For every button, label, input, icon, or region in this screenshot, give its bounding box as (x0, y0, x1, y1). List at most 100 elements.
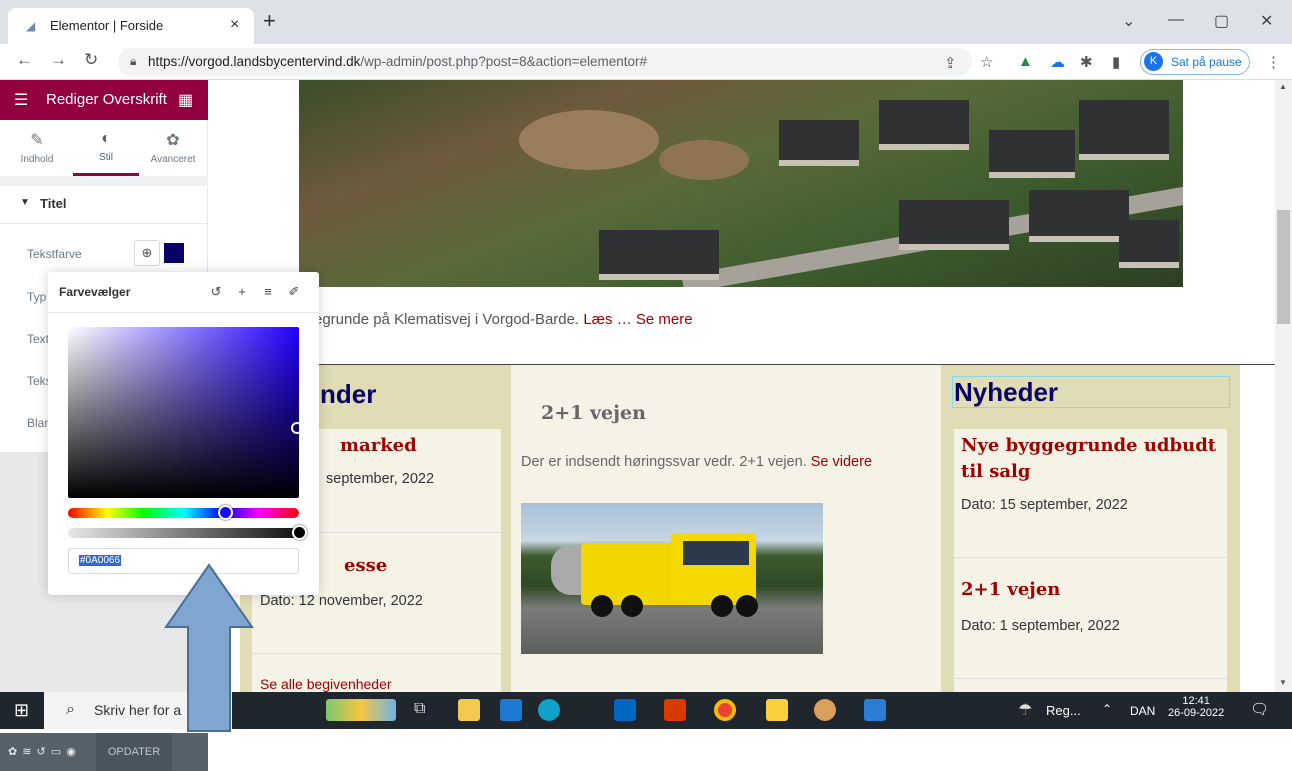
browser-tab[interactable]: ◢ Elementor | Forside × (8, 8, 254, 44)
event-title[interactable]: marked (340, 435, 417, 456)
file-explorer-icon[interactable] (458, 699, 480, 721)
windows-start-icon[interactable]: ⊞ (14, 700, 29, 721)
tab-style[interactable]: ◐ Stil (73, 124, 139, 176)
menu-kebab-icon[interactable]: ⋮ (1266, 53, 1281, 71)
minimize-button[interactable]: — (1168, 11, 1184, 29)
update-button[interactable]: OPDATER (96, 733, 172, 771)
sticky-notes-icon[interactable] (766, 699, 788, 721)
featured-text-body: Der er indsendt høringssvar vedr. 2+1 ve… (521, 454, 807, 470)
all-events-link[interactable]: Se alle begivenheder (260, 676, 392, 692)
news-list: Nye byggegrunde udbudt til salg Dato: 15… (954, 429, 1227, 692)
hue-slider[interactable] (68, 508, 299, 518)
truck-image (521, 503, 823, 654)
word-doc-icon[interactable] (864, 699, 886, 721)
search-highlight-icon[interactable] (326, 699, 396, 721)
tab-title: Elementor | Forside (50, 18, 164, 33)
annotation-arrow (164, 563, 254, 732)
tab-close-icon[interactable]: × (230, 16, 239, 34)
scroll-down-icon[interactable]: ▼ (1279, 678, 1287, 687)
post-excerpt: egrunde på Klematisvej i Vorgod-Barde. L… (314, 311, 693, 328)
saturation-value-area[interactable] (68, 327, 299, 498)
profile-button[interactable]: K Sat på pause (1140, 49, 1250, 75)
office-icon[interactable] (664, 699, 686, 721)
url-path: /wp-admin/post.php?post=8&action=element… (360, 54, 648, 69)
address-bar[interactable]: 🔒︎ https://vorgod.landsbycentervind.dk/w… (118, 48, 972, 76)
bookmark-star-icon[interactable]: ☆ (980, 53, 993, 71)
saturation-handle[interactable] (291, 422, 303, 434)
list-separator (954, 678, 1227, 679)
news-date: Dato: 1 september, 2022 (961, 618, 1120, 634)
cloud-icon[interactable]: ☁ (1050, 53, 1065, 71)
section-toggle-title[interactable]: ▼ Titel (0, 186, 208, 224)
profile-status: Sat på pause (1171, 55, 1242, 69)
extensions-icon[interactable]: ✱ (1080, 53, 1093, 71)
list-separator (252, 653, 501, 654)
share-icon[interactable]: ⇪ (944, 54, 957, 72)
hue-handle[interactable] (218, 505, 233, 520)
read-more-link[interactable]: Læs … Se mere (583, 311, 692, 328)
maximize-button[interactable]: ▢ (1214, 11, 1229, 31)
back-icon[interactable]: ← (16, 50, 33, 70)
scroll-up-icon[interactable]: ▲ (1279, 82, 1287, 91)
news-column: Nye byggegrunde udbudt til salg Dato: 15… (941, 365, 1240, 692)
close-window-button[interactable]: ✕ (1260, 11, 1273, 31)
drive-icon[interactable]: ▲ (1018, 53, 1033, 70)
task-view-icon[interactable]: ⧉ (414, 700, 425, 718)
paint-icon[interactable] (814, 699, 836, 721)
news-title[interactable]: Nye byggegrunde udbudt til salg (961, 433, 1223, 485)
footer-tools-icons[interactable]: ✿ ≋ ↺ ▭ ◉ (8, 745, 77, 758)
new-tab-button[interactable]: + (263, 10, 276, 32)
language-indicator[interactable]: DAN (1130, 704, 1155, 718)
color-swatch[interactable] (164, 243, 184, 263)
edge-icon[interactable] (538, 699, 560, 721)
clock-time: 12:41 (1182, 695, 1210, 707)
elementor-favicon-icon: ◢ (26, 19, 36, 33)
hamburger-menu-icon[interactable]: ☰ (14, 90, 28, 110)
panel-header: ☰ Rediger Overskrift ▦ (0, 80, 208, 120)
featured-text: Der er indsendt høringssvar vedr. 2+1 ve… (521, 454, 872, 470)
forward-icon[interactable]: → (50, 50, 67, 70)
url-text: https://vorgod.landsbycentervind.dk/wp-a… (148, 54, 647, 69)
reload-icon[interactable]: ↻ (84, 50, 98, 70)
widgets-grid-icon[interactable]: ▦ (178, 90, 193, 110)
event-title[interactable]: esse (344, 555, 387, 576)
weather-umbrella-icon[interactable]: ☂ (1018, 700, 1032, 720)
reset-icon[interactable]: ↺ (206, 282, 226, 302)
side-panel-icon[interactable]: ▮ (1112, 53, 1120, 71)
clock-date: 26-09-2022 (1168, 707, 1225, 719)
add-color-icon[interactable]: + (232, 282, 252, 302)
browser-title-bar: ◢ Elementor | Forside × + ⌄ — ▢ ✕ (0, 0, 1292, 44)
scroll-thumb[interactable] (1277, 210, 1290, 324)
global-colors-icon[interactable]: ⊕ (134, 240, 160, 266)
list-separator (954, 557, 1227, 558)
news-heading-selected[interactable]: Nyheder (952, 376, 1230, 408)
events-heading[interactable]: nder (320, 379, 376, 410)
hero-aerial-image (299, 80, 1183, 287)
mail-icon[interactable] (500, 699, 522, 721)
notifications-icon[interactable]: 🗨︎ (1250, 700, 1269, 718)
color-picker-title: Farvevælger (59, 285, 131, 299)
picker-divider (48, 312, 319, 313)
panel-title: Rediger Overskrift (46, 91, 167, 108)
featured-title[interactable]: 2+1 vejen (541, 402, 646, 424)
taskbar-clock[interactable]: 12:41 26-09-2022 (1168, 695, 1224, 719)
eyedropper-icon[interactable]: ✐ (284, 282, 304, 302)
control-label-text-shadow: Text (27, 332, 50, 346)
tab-content[interactable]: ✎ Indhold (4, 124, 70, 176)
chrome-icon[interactable] (714, 699, 736, 721)
event-date: september, 2022 (326, 471, 435, 487)
tab-label: Indhold (20, 154, 54, 165)
see-more-link[interactable]: Se videre (811, 454, 872, 470)
opacity-slider[interactable] (68, 528, 299, 538)
section-title: Titel (40, 196, 67, 211)
opacity-handle[interactable] (292, 525, 307, 540)
page-scrollbar[interactable]: ▲ ▼ (1275, 80, 1292, 692)
tab-search-icon[interactable]: ⌄ (1122, 11, 1135, 31)
global-list-icon[interactable]: ≡ (258, 282, 278, 302)
tray-chevron-icon[interactable]: ⌃ (1102, 702, 1112, 716)
news-date: Dato: 15 september, 2022 (961, 497, 1128, 513)
tab-advanced[interactable]: ✿ Avanceret (140, 124, 206, 176)
panel-footer: ✿ ≋ ↺ ▭ ◉ OPDATER (0, 733, 208, 771)
news-title[interactable]: 2+1 vejen (961, 579, 1060, 600)
calendar-icon[interactable] (614, 699, 636, 721)
